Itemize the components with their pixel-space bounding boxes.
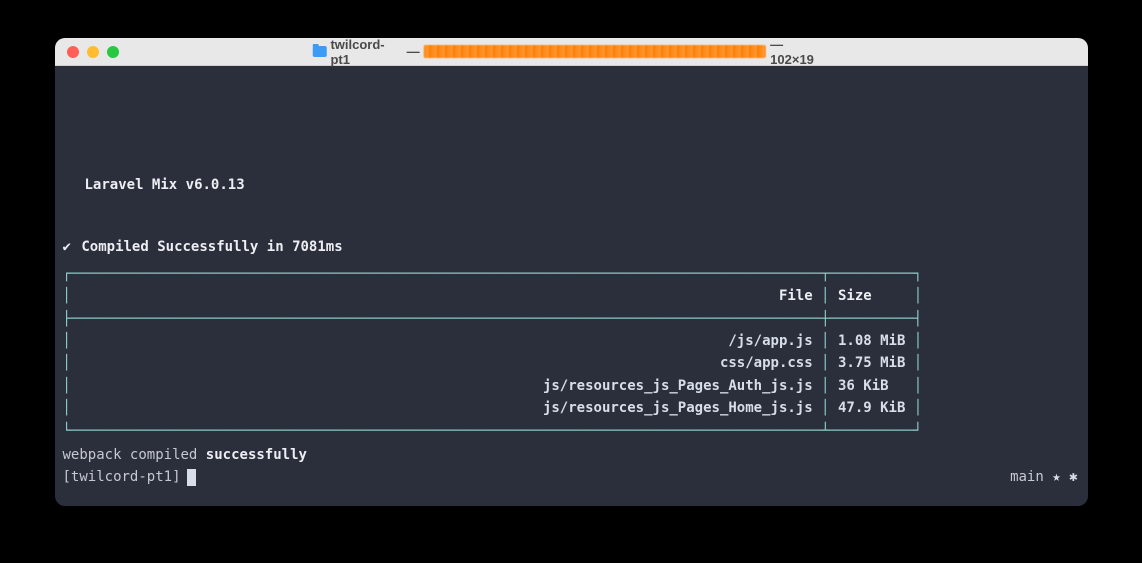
window-title: twilcord-pt1 — — 102×19 <box>313 38 830 67</box>
folder-icon <box>313 46 327 57</box>
output-table: ┌───────────────────────────────────────… <box>63 263 1080 442</box>
traffic-lights <box>55 46 119 58</box>
maximize-icon[interactable] <box>107 46 119 58</box>
prompt-left: [twilcord-pt1] <box>63 466 196 488</box>
git-status-symbols: ★ ✱ <box>1044 469 1078 485</box>
cursor[interactable] <box>187 469 196 486</box>
webpack-status-line: webpack compiled successfully <box>63 444 1080 466</box>
compiled-text: Compiled Successfully in 7081ms <box>81 239 342 255</box>
checkmark-icon: ✔ <box>63 239 80 255</box>
title-folder: twilcord-pt1 <box>330 38 402 67</box>
blank-area <box>63 74 1080 174</box>
webpack-prefix: webpack compiled <box>63 447 206 463</box>
terminal-window: twilcord-pt1 — — 102×19 Laravel Mix v6.0… <box>55 38 1088 506</box>
redacted-path <box>424 45 767 58</box>
mix-version-header: Laravel Mix v6.0.13 <box>63 174 1080 196</box>
compiled-status-line: ✔ Compiled Successfully in 7081ms <box>63 236 1080 258</box>
prompt-text: [twilcord-pt1] <box>63 466 181 488</box>
prompt-right: main ★ ✱ <box>1010 466 1079 488</box>
minimize-icon[interactable] <box>87 46 99 58</box>
prompt-line: [twilcord-pt1] main ★ ✱ <box>63 466 1080 488</box>
terminal-body[interactable]: Laravel Mix v6.0.13 ✔ Compiled Successfu… <box>55 66 1088 506</box>
webpack-status: successfully <box>206 447 307 463</box>
close-icon[interactable] <box>67 46 79 58</box>
git-branch: main <box>1010 469 1044 485</box>
title-sep-1: — <box>407 44 420 59</box>
title-dims: — 102×19 <box>770 38 829 67</box>
window-titlebar[interactable]: twilcord-pt1 — — 102×19 <box>55 38 1088 66</box>
